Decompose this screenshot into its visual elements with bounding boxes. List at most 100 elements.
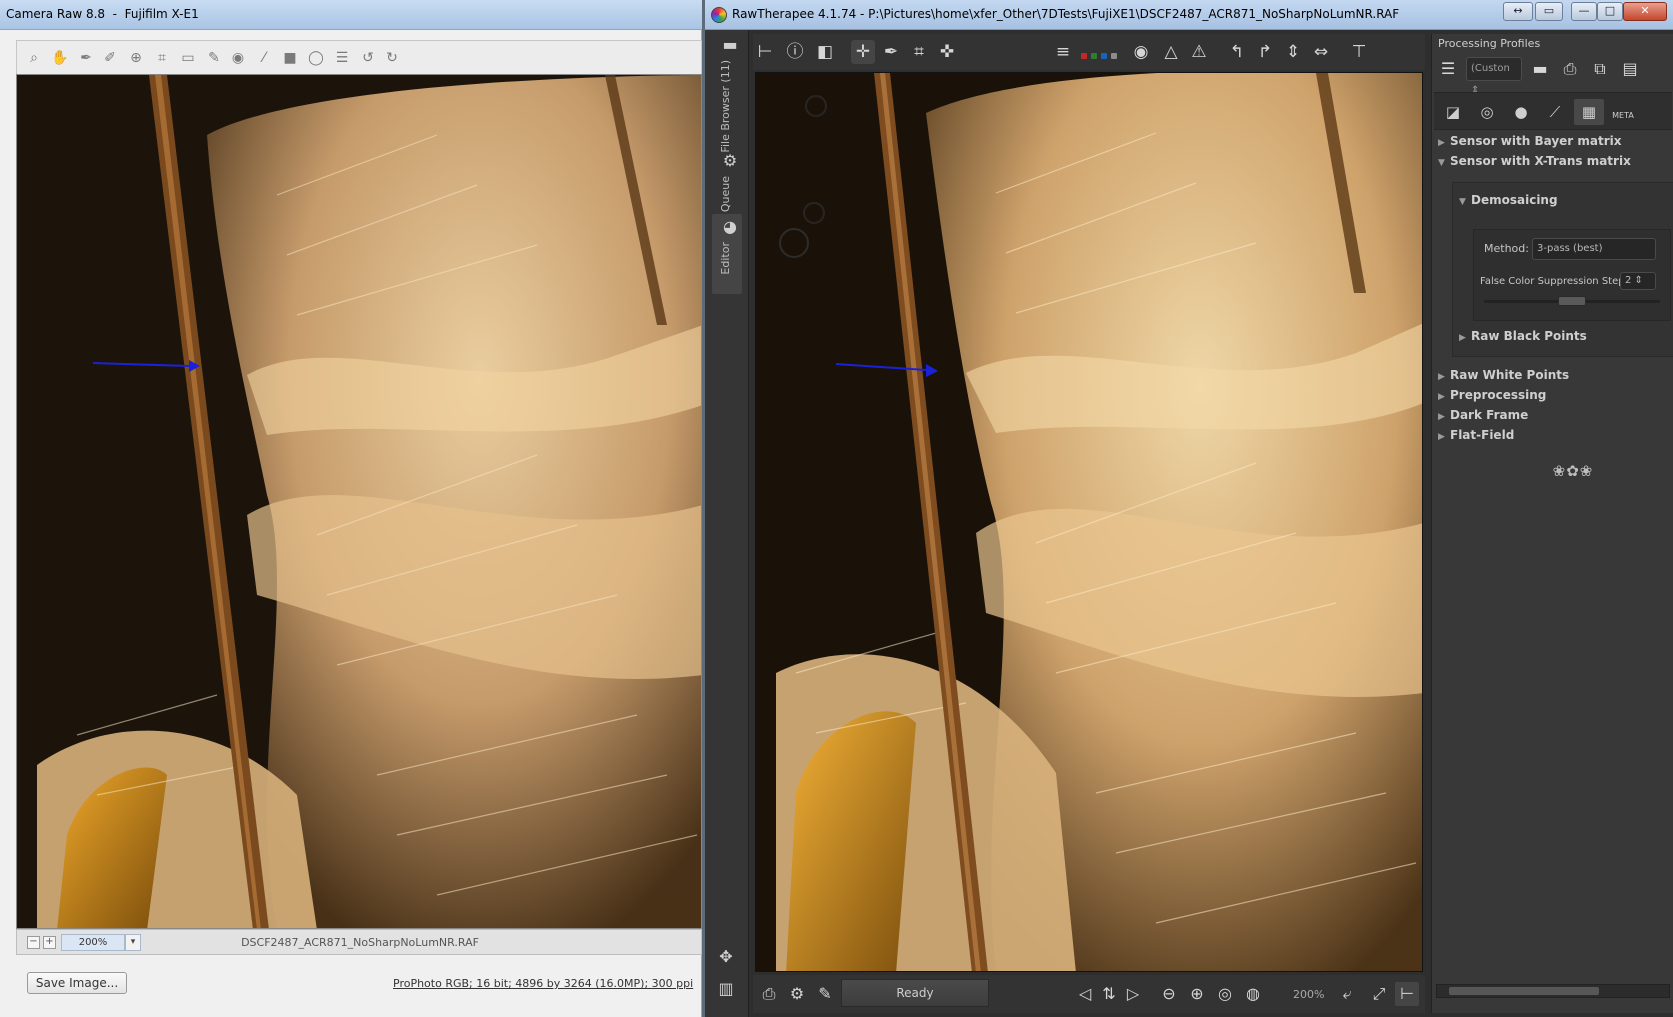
method-label: Method:: [1484, 242, 1529, 255]
acr-window-title: Camera Raw 8.8 - Fujifilm X-E1: [6, 7, 199, 21]
rotate-left-icon[interactable]: ↰: [1225, 40, 1249, 64]
demosaic-method-value: 3-pass (best): [1537, 243, 1603, 254]
paste-profile-icon[interactable]: ▤: [1616, 55, 1644, 83]
flip-vertical-icon[interactable]: ⇕: [1281, 40, 1305, 64]
hide-history-icon[interactable]: ⊢: [753, 40, 777, 64]
section-flat-field[interactable]: ▶ Flat-Field: [1438, 428, 1514, 446]
false-color-value: 2: [1625, 275, 1632, 286]
section-raw-black-points[interactable]: ▶ Raw Black Points: [1459, 329, 1587, 347]
acr-image-preview[interactable]: [16, 74, 702, 929]
save-image-icon[interactable]: ⎙: [757, 982, 781, 1006]
close-button[interactable]: ✕: [1623, 2, 1667, 21]
scrollbar-thumb[interactable]: [1449, 987, 1599, 995]
red-eye-icon[interactable]: ◉: [229, 49, 247, 67]
folder-icon: ▬: [722, 35, 738, 54]
tab-raw-icon[interactable]: ▦: [1574, 99, 1604, 125]
section-xtrans[interactable]: ▼ Sensor with X-Trans matrix: [1438, 154, 1631, 172]
highlight-clipping-icon[interactable]: ⚠: [1187, 40, 1211, 64]
tab-editor[interactable]: ◕ Editor: [712, 214, 742, 294]
flip-horizontal-icon[interactable]: ⇔: [1309, 40, 1333, 64]
demosaic-method-select[interactable]: 3-pass (best): [1532, 238, 1656, 260]
crop-icon[interactable]: ⌗: [153, 49, 171, 67]
rt-image-preview[interactable]: [755, 72, 1423, 972]
zoom-in-icon[interactable]: ⊕: [1185, 982, 1209, 1006]
false-color-slider-handle[interactable]: [1558, 296, 1586, 306]
open-profile-icon[interactable]: ▬: [1526, 55, 1554, 83]
fullscreen-toggle-button[interactable]: ↔: [1503, 2, 1533, 21]
white-balance-icon[interactable]: ✒: [77, 49, 95, 67]
maximize-button[interactable]: □: [1597, 2, 1623, 21]
edit-external-icon[interactable]: ✎: [813, 982, 837, 1006]
section-demosaicing[interactable]: ▼ Demosaicing: [1459, 193, 1558, 211]
blue-channel-icon[interactable]: [1101, 53, 1107, 59]
green-channel-icon[interactable]: [1091, 53, 1097, 59]
next-image-icon[interactable]: ▷: [1121, 982, 1145, 1006]
info-icon[interactable]: ⓘ: [783, 40, 807, 64]
false-color-slider[interactable]: [1484, 296, 1660, 306]
rotate-right-icon[interactable]: ↱: [1253, 40, 1277, 64]
copy-profile-icon[interactable]: ⧉: [1586, 55, 1614, 83]
target-adjust-icon[interactable]: ⊕: [127, 49, 145, 67]
tab-transform-icon[interactable]: ⟋: [1540, 99, 1570, 125]
section-preprocessing[interactable]: ▶ Preprocessing: [1438, 388, 1546, 406]
tab-metadata-icon[interactable]: META: [1608, 99, 1638, 125]
zoom-icon[interactable]: ⌕: [25, 49, 43, 67]
tab-exposure-icon[interactable]: ◪: [1438, 99, 1468, 125]
show-panel-icon[interactable]: ⊢: [1395, 982, 1419, 1006]
spot-removal-icon[interactable]: ✎: [205, 49, 223, 67]
previous-image-icon[interactable]: ◁: [1073, 982, 1097, 1006]
preferences-icon[interactable]: ☰: [333, 49, 351, 67]
minimize-button[interactable]: —: [1571, 2, 1597, 21]
zoom-out-icon[interactable]: ⊖: [1157, 982, 1181, 1006]
rotate-right-icon[interactable]: ↻: [383, 49, 401, 67]
section-bayer[interactable]: ▶ Sensor with Bayer matrix: [1438, 134, 1622, 152]
focus-mask-icon[interactable]: ◉: [1129, 40, 1153, 64]
new-detail-window-icon[interactable]: ⤶: [1335, 982, 1359, 1006]
shadow-clipping-icon[interactable]: △: [1159, 40, 1183, 64]
processing-profile-select[interactable]: (Custon ⇕: [1466, 57, 1522, 96]
section-dark-frame-label: Dark Frame: [1450, 408, 1529, 422]
color-sampler-icon[interactable]: ✐: [101, 49, 119, 67]
save-profile-icon[interactable]: ⎙: [1556, 55, 1584, 83]
tab-file-browser[interactable]: ▬ File Browser (11): [712, 34, 742, 153]
rt-side-tabs: ▬ File Browser (11) ⚙ Queue ◕ Editor ✥ ▥: [705, 30, 749, 1017]
rt-editor-toolbar: ⊢ ⓘ ◧ ✛ ✒ ⌗ ✜ ≡ ◉ △ ⚠ ↰ ↱ ⇕ ⇔ ⊤: [753, 34, 1425, 70]
fullscreen-icon[interactable]: ⤢: [1367, 982, 1391, 1006]
luminance-channel-icon[interactable]: [1111, 53, 1117, 59]
panel-horizontal-scrollbar[interactable]: [1436, 984, 1670, 998]
acr-titlebar[interactable]: Camera Raw 8.8 - Fujifilm X-E1: [0, 0, 702, 30]
section-raw-white-points[interactable]: ▶ Raw White Points: [1438, 368, 1569, 386]
section-demosaicing-label: Demosaicing: [1471, 193, 1558, 207]
restore-small-button[interactable]: ▭: [1535, 2, 1563, 21]
save-image-button[interactable]: Save Image...: [27, 972, 127, 994]
tab-color-icon[interactable]: ●: [1506, 99, 1536, 125]
crop-tool-icon[interactable]: ⌗: [907, 40, 931, 64]
straighten-tool-icon[interactable]: ✜: [935, 40, 959, 64]
send-to-queue-icon[interactable]: ⚙: [785, 982, 809, 1006]
red-channel-icon[interactable]: [1081, 53, 1087, 59]
tab-detail-icon[interactable]: ◎: [1472, 99, 1502, 125]
workflow-options-link[interactable]: ProPhoto RGB; 16 bit; 4896 by 3264 (16.0…: [393, 977, 693, 990]
sync-browser-icon[interactable]: ⇅: [1097, 982, 1121, 1006]
rt-titlebar[interactable]: RawTherapee 4.1.74 - P:\Pictures\home\xf…: [705, 0, 1673, 30]
hand-icon[interactable]: ✋: [51, 49, 69, 67]
zoom-100-icon[interactable]: ◍: [1241, 982, 1265, 1006]
hide-toolbar-icon[interactable]: ⊤: [1347, 40, 1371, 64]
move-icon[interactable]: ✥: [714, 946, 738, 968]
adjustment-brush-icon[interactable]: ⁄: [255, 49, 273, 67]
straighten-icon[interactable]: ▭: [179, 49, 197, 67]
radial-filter-icon[interactable]: ◯: [307, 49, 325, 67]
tab-queue[interactable]: ⚙ Queue: [712, 150, 742, 220]
section-raw-white-points-label: Raw White Points: [1450, 368, 1570, 382]
zoom-fit-icon[interactable]: ◎: [1213, 982, 1237, 1006]
graduated-filter-icon[interactable]: ■: [281, 49, 299, 67]
before-after-icon[interactable]: ◧: [813, 40, 837, 64]
rotate-left-icon[interactable]: ↺: [359, 49, 377, 67]
false-color-spinner[interactable]: 2 ⇕: [1620, 272, 1656, 290]
profile-tree-icon[interactable]: ☰: [1434, 55, 1462, 83]
color-picker-icon[interactable]: ✒: [879, 40, 903, 64]
histogram-panel-icon[interactable]: ▥: [714, 978, 738, 1000]
preview-mode-icon[interactable]: ≡: [1051, 40, 1075, 64]
hand-tool-icon[interactable]: ✛: [851, 40, 875, 64]
section-dark-frame[interactable]: ▶ Dark Frame: [1438, 408, 1528, 426]
